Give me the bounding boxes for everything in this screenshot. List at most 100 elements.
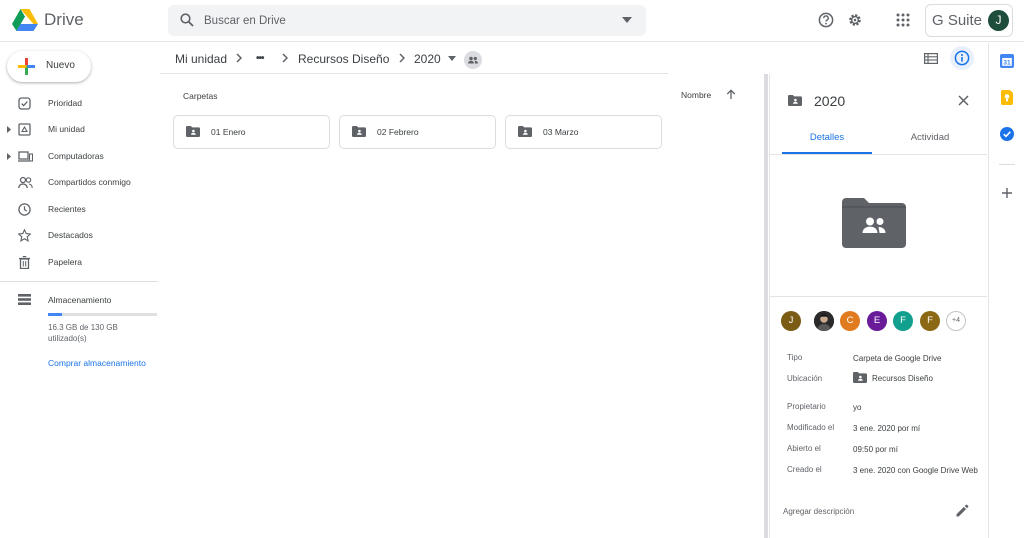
property-key: Tipo (787, 353, 803, 362)
buy-storage-link[interactable]: Comprar almacenamiento (48, 358, 148, 369)
avatar[interactable]: E (867, 311, 887, 331)
add-description-field[interactable]: Agregar descripción (783, 507, 854, 516)
avatar[interactable] (814, 311, 834, 331)
search-icon[interactable] (180, 13, 194, 27)
avatar[interactable]: C (840, 311, 860, 331)
details-panel: 2020 Detalles Actividad J C E F F +4 Tip… (769, 74, 987, 538)
property-key: Ubicación (787, 374, 823, 383)
avatar[interactable]: F (920, 311, 940, 331)
sidebar-item-label: Mi unidad (48, 124, 85, 134)
shared-folder-icon (186, 126, 200, 137)
storage-progress-bar (48, 313, 157, 316)
people-icon (18, 176, 33, 189)
account-switcher[interactable]: G Suite J (925, 4, 1013, 37)
svg-text:31: 31 (1003, 60, 1011, 67)
apps-grid-icon[interactable] (896, 13, 910, 27)
breadcrumb-item-recursos[interactable]: Recursos Diseño (298, 52, 389, 66)
property-key: Propietario (787, 402, 826, 411)
location-link[interactable]: Recursos Diseño (872, 374, 933, 383)
avatar-initial: J (788, 315, 794, 326)
folder-name: 02 Febrero (377, 127, 419, 137)
storage-progress-fill (48, 313, 62, 316)
breadcrumb-item-current[interactable]: 2020 (414, 52, 441, 66)
arrow-up-icon[interactable] (726, 89, 736, 100)
breadcrumb-item-my-drive[interactable]: Mi unidad (175, 52, 227, 66)
sort-by-name-button[interactable]: Nombre (681, 90, 711, 100)
avatar[interactable]: J (781, 311, 801, 331)
side-apps-rail: 31 (988, 43, 1024, 538)
info-icon (954, 50, 970, 66)
sidebar-item-recent[interactable]: Recientes (0, 199, 160, 221)
avatar-initial: F (927, 315, 933, 326)
my-drive-icon (18, 123, 31, 136)
plus-icon (18, 58, 35, 75)
sidebar-item-computers[interactable]: Computadoras (0, 146, 160, 168)
avatar-photo-icon (814, 311, 834, 331)
shared-folder-icon (352, 126, 366, 137)
calendar-icon[interactable]: 31 (1000, 54, 1014, 68)
tab-activity[interactable]: Actividad (880, 132, 980, 143)
sidebar-item-my-drive[interactable]: Mi unidad (0, 119, 160, 141)
account-avatar[interactable]: J (988, 10, 1009, 31)
chevron-right-icon (399, 53, 405, 63)
search-box[interactable] (168, 5, 646, 36)
sidebar-item-priority[interactable]: Prioridad (0, 93, 160, 115)
folders-section-label: Carpetas (183, 91, 218, 101)
storage-icon (18, 294, 31, 305)
folder-card-febrero[interactable]: 02 Febrero (339, 115, 496, 149)
chevron-down-icon[interactable] (448, 56, 456, 61)
info-button[interactable] (950, 46, 974, 70)
folder-card-enero[interactable]: 01 Enero (173, 115, 330, 149)
new-button[interactable]: Nuevo (7, 51, 91, 82)
search-options-icon[interactable] (622, 17, 632, 23)
folder-name: 01 Enero (211, 127, 246, 137)
details-title: 2020 (814, 93, 846, 109)
top-bar: Drive G Suite J (0, 0, 1024, 42)
computers-icon (18, 150, 33, 163)
property-value: Carpeta de Google Drive (853, 354, 942, 363)
close-icon[interactable] (958, 95, 969, 106)
sidebar-divider (0, 281, 158, 282)
shared-folder-icon (464, 51, 482, 69)
property-value: yo (853, 403, 862, 412)
property-key: Abierto el (787, 444, 821, 453)
breadcrumb-more-button[interactable]: ••• (256, 53, 264, 64)
app-name[interactable]: Drive (44, 10, 84, 30)
avatar[interactable]: F (893, 311, 913, 331)
tab-details[interactable]: Detalles (782, 132, 872, 143)
rail-divider (999, 164, 1015, 165)
property-value: 3 ene. 2020 por mí (853, 424, 921, 433)
search-input[interactable] (204, 5, 604, 36)
gear-icon[interactable] (847, 12, 863, 28)
check-circle-icon (18, 97, 31, 110)
more-avatars-button[interactable]: +4 (946, 311, 966, 331)
sidebar-item-label: Computadoras (48, 151, 104, 161)
expand-arrow-icon[interactable] (7, 153, 11, 160)
add-app-icon[interactable] (1002, 188, 1012, 198)
tasks-icon[interactable] (1000, 127, 1014, 141)
sidebar-item-label: Prioridad (48, 98, 83, 108)
shared-folder-icon (518, 126, 532, 137)
sidebar-item-trash[interactable]: Papelera (0, 252, 160, 274)
sidebar-item-shared[interactable]: Compartidos conmigo (0, 172, 160, 194)
sidebar-item-starred[interactable]: Destacados (0, 225, 160, 247)
clock-icon (18, 203, 31, 216)
folder-card-marzo[interactable]: 03 Marzo (505, 115, 662, 149)
help-icon[interactable] (818, 12, 834, 28)
property-value: 3 ene. 2020 con Google Drive Web (853, 466, 978, 475)
property-key: Creado el (787, 465, 822, 474)
sidebar-item-label: Almacenamiento (48, 295, 112, 305)
sidebar-item-storage[interactable]: Almacenamiento (0, 290, 160, 312)
storage-usage-text: 16.3 GB de 130 GB utilizado(s) (48, 323, 118, 343)
property-value: 09:50 por mí (853, 445, 898, 454)
scrollbar[interactable] (764, 74, 768, 538)
sidebar-item-label: Destacados (48, 230, 93, 240)
drive-logo-icon[interactable] (12, 9, 38, 31)
pencil-icon[interactable] (956, 504, 969, 517)
shared-folder-icon (853, 372, 867, 383)
shared-folder-preview-icon (842, 198, 906, 248)
list-view-icon[interactable] (924, 53, 938, 64)
expand-arrow-icon[interactable] (7, 126, 11, 133)
avatar-initial: C (846, 315, 854, 326)
keep-icon[interactable] (1001, 90, 1013, 105)
